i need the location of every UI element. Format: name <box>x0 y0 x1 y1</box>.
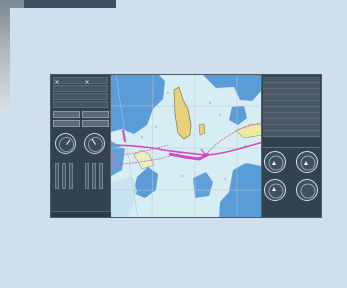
right-panel-row <box>263 131 320 137</box>
triangle-icon <box>272 187 276 191</box>
triangle-icon <box>304 161 308 165</box>
triangle-icon <box>272 161 276 165</box>
left-panel-gauge-column <box>55 163 59 189</box>
chart-map-svg <box>111 75 263 217</box>
left-panel-gauge-column <box>62 163 66 189</box>
left-panel-gauge-column <box>92 163 96 189</box>
close-icon[interactable]: × <box>54 80 60 86</box>
left-panel-row[interactable] <box>53 85 108 92</box>
left-panel-footer <box>51 211 111 217</box>
left-panel-row[interactable] <box>53 101 108 108</box>
right-info-panel <box>261 75 321 217</box>
left-panel-button[interactable] <box>82 111 109 118</box>
compass-icon <box>55 133 76 154</box>
left-panel-button[interactable] <box>53 111 80 118</box>
left-panel-button[interactable] <box>82 120 109 127</box>
left-panel-gauge-column <box>99 163 103 189</box>
left-panel-gauge-column <box>69 163 73 189</box>
left-panel-row[interactable] <box>53 93 108 100</box>
navigation-display: × × <box>50 74 322 218</box>
compass-icon <box>296 179 318 201</box>
close-icon[interactable]: × <box>84 80 90 86</box>
left-panel-row[interactable] <box>53 77 108 84</box>
left-panel-gauge-column <box>85 163 89 189</box>
right-panel-status-strip <box>263 139 320 148</box>
navigation-chart[interactable] <box>111 75 263 217</box>
compass-icon <box>84 133 105 154</box>
left-panel-button[interactable] <box>53 120 80 127</box>
left-control-panel: × × <box>51 75 111 217</box>
